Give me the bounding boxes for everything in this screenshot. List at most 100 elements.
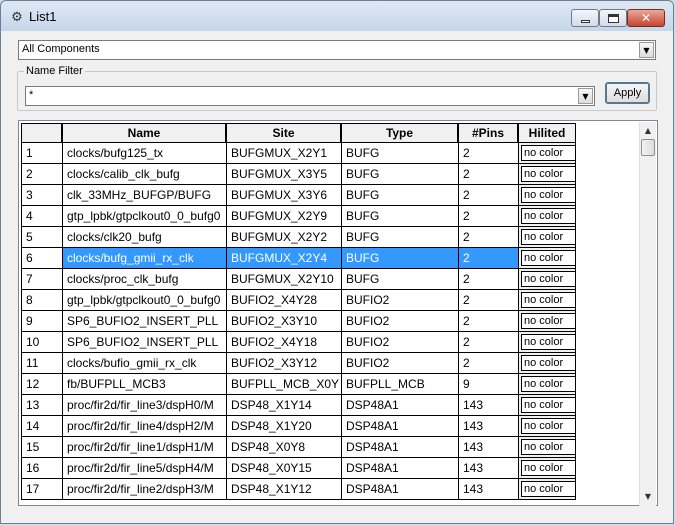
close-button[interactable]: ✕ <box>627 9 665 27</box>
hilite-color-dropdown[interactable]: no color <box>521 481 575 497</box>
row-number-cell[interactable]: 4 <box>21 206 62 227</box>
type-cell[interactable]: BUFIO2 <box>341 290 458 311</box>
scroll-down-icon[interactable]: ▼ <box>642 490 654 504</box>
name-header[interactable]: Name <box>62 123 226 143</box>
row-number-cell[interactable]: 9 <box>21 311 62 332</box>
title-bar[interactable]: ⚙ List1 ✕ <box>1 1 673 31</box>
table-row[interactable]: 11 clocks/bufio_gmii_rx_clk BUFIO2_X3Y12 BU… <box>19 353 579 374</box>
name-cell[interactable]: proc/fir2d/fir_line2/dspH3/M <box>62 479 226 500</box>
hilite-color-dropdown[interactable]: no color <box>521 292 575 308</box>
type-cell[interactable]: BUFG <box>341 185 458 206</box>
type-cell[interactable]: DSP48A1 <box>341 395 458 416</box>
row-number-cell[interactable]: 12 <box>21 374 62 395</box>
type-cell[interactable]: BUFG <box>341 164 458 185</box>
row-number-cell[interactable]: 15 <box>21 437 62 458</box>
site-cell[interactable]: BUFIO2_X4Y28 <box>226 290 341 311</box>
table-row[interactable]: 12 fb/BUFPLL_MCB3 BUFPLL_MCB_X0Y BUFPLL_MCB… <box>19 374 579 395</box>
site-cell[interactable]: BUFGMUX_X2Y10 <box>226 269 341 290</box>
hilite-color-dropdown[interactable]: no color <box>521 166 575 182</box>
gear-icon[interactable]: ⚙ <box>9 9 25 25</box>
name-cell[interactable]: proc/fir2d/fir_line4/dspH2/M <box>62 416 226 437</box>
row-number-cell[interactable]: 16 <box>21 458 62 479</box>
pins-cell[interactable]: 2 <box>458 185 518 206</box>
row-number-cell[interactable]: 5 <box>21 227 62 248</box>
hilite-color-dropdown[interactable]: no color <box>521 250 575 266</box>
minimize-button[interactable] <box>571 9 599 27</box>
row-number-cell[interactable]: 1 <box>21 143 62 164</box>
type-cell[interactable]: BUFG <box>341 206 458 227</box>
hilite-color-dropdown[interactable]: no color <box>521 208 575 224</box>
apply-button[interactable]: Apply <box>605 82 650 104</box>
table-row[interactable]: 2 clocks/calib_clk_bufg BUFGMUX_X3Y5 BUFG 2 n… <box>19 164 579 185</box>
name-cell[interactable]: clk_33MHz_BUFGP/BUFG <box>62 185 226 206</box>
site-cell[interactable]: BUFGMUX_X3Y6 <box>226 185 341 206</box>
pins-cell[interactable]: 143 <box>458 458 518 479</box>
pins-cell[interactable]: 2 <box>458 269 518 290</box>
hilite-color-dropdown[interactable]: no color <box>521 460 575 476</box>
scrollbar-thumb[interactable] <box>641 139 655 156</box>
row-number-cell[interactable]: 11 <box>21 353 62 374</box>
pins-cell[interactable]: 9 <box>458 374 518 395</box>
hilite-color-dropdown[interactable]: no color <box>521 397 575 413</box>
pins-cell[interactable]: 143 <box>458 437 518 458</box>
pins-cell[interactable]: 2 <box>458 143 518 164</box>
site-cell[interactable]: BUFGMUX_X2Y1 <box>226 143 341 164</box>
row-number-cell[interactable]: 3 <box>21 185 62 206</box>
site-cell[interactable]: DSP48_X1Y20 <box>226 416 341 437</box>
scroll-up-icon[interactable]: ▲ <box>642 124 654 138</box>
table-row[interactable]: 1 clocks/bufg125_tx BUFGMUX_X2Y1 BUFG 2 no co… <box>19 143 579 164</box>
name-cell[interactable]: clocks/calib_clk_bufg <box>62 164 226 185</box>
table-row[interactable]: 8 gtp_lpbk/gtpclkout0_0_bufg0 BUFIO2_X4Y28… <box>19 290 579 311</box>
name-cell[interactable]: gtp_lpbk/gtpclkout0_0_bufg0 <box>62 206 226 227</box>
row-number-cell[interactable]: 8 <box>21 290 62 311</box>
site-cell[interactable]: BUFGMUX_X2Y4 <box>226 248 341 269</box>
pins-cell[interactable]: 2 <box>458 248 518 269</box>
hilite-color-dropdown[interactable]: no color <box>521 418 575 434</box>
table-row[interactable]: 14 proc/fir2d/fir_line4/dspH2/M DSP48_X1Y2… <box>19 416 579 437</box>
type-cell[interactable]: BUFG <box>341 143 458 164</box>
name-cell[interactable]: proc/fir2d/fir_line3/dspH0/M <box>62 395 226 416</box>
row-number-cell[interactable]: 10 <box>21 332 62 353</box>
hilite-color-dropdown[interactable]: no color <box>521 355 575 371</box>
pins-cell[interactable]: 2 <box>458 290 518 311</box>
type-cell[interactable]: DSP48A1 <box>341 416 458 437</box>
name-cell[interactable]: fb/BUFPLL_MCB3 <box>62 374 226 395</box>
name-cell[interactable]: clocks/bufg125_tx <box>62 143 226 164</box>
site-cell[interactable]: DSP48_X1Y14 <box>226 395 341 416</box>
pins-cell[interactable]: 2 <box>458 332 518 353</box>
table-row[interactable]: 6 clocks/bufg_gmii_rx_clk BUFGMUX_X2Y4 BUFG… <box>19 248 579 269</box>
site-header[interactable]: Site <box>226 123 341 143</box>
pins-cell[interactable]: 2 <box>458 311 518 332</box>
table-row[interactable]: 16 proc/fir2d/fir_line5/dspH4/M DSP48_X0Y1… <box>19 458 579 479</box>
pins-cell[interactable]: 2 <box>458 353 518 374</box>
name-cell[interactable]: SP6_BUFIO2_INSERT_PLL <box>62 332 226 353</box>
chevron-down-icon[interactable]: ▼ <box>578 88 593 104</box>
site-cell[interactable]: BUFIO2_X4Y18 <box>226 332 341 353</box>
maximize-button[interactable] <box>599 9 627 27</box>
row-number-cell[interactable]: 17 <box>21 479 62 500</box>
site-cell[interactable]: DSP48_X1Y12 <box>226 479 341 500</box>
pins-cell[interactable]: 143 <box>458 395 518 416</box>
name-filter-input[interactable]: * ▼ <box>25 86 595 106</box>
name-cell[interactable]: clocks/proc_clk_bufg <box>62 269 226 290</box>
row-number-cell[interactable]: 6 <box>21 248 62 269</box>
table-row[interactable]: 17 proc/fir2d/fir_line2/dspH3/M DSP48_X1Y1… <box>19 479 579 500</box>
site-cell[interactable]: BUFIO2_X3Y12 <box>226 353 341 374</box>
name-cell[interactable]: proc/fir2d/fir_line1/dspH1/M <box>62 437 226 458</box>
table-row[interactable]: 5 clocks/clk20_bufg BUFGMUX_X2Y2 BUFG 2 no co… <box>19 227 579 248</box>
type-cell[interactable]: BUFPLL_MCB <box>341 374 458 395</box>
row-number-cell[interactable]: 14 <box>21 416 62 437</box>
table-row[interactable]: 3 clk_33MHz_BUFGP/BUFG BUFGMUX_X3Y6 BUFG 2 no… <box>19 185 579 206</box>
hilite-color-dropdown[interactable]: no color <box>521 271 575 287</box>
type-cell[interactable]: DSP48A1 <box>341 479 458 500</box>
type-cell[interactable]: BUFG <box>341 248 458 269</box>
table-row[interactable]: 9 SP6_BUFIO2_INSERT_PLL BUFIO2_X3Y10 BUFIO2… <box>19 311 579 332</box>
hilite-color-dropdown[interactable]: no color <box>521 187 575 203</box>
name-cell[interactable]: clocks/bufio_gmii_rx_clk <box>62 353 226 374</box>
type-cell[interactable]: BUFIO2 <box>341 332 458 353</box>
type-header[interactable]: Type <box>341 123 458 143</box>
site-cell[interactable]: BUFPLL_MCB_X0Y <box>226 374 341 395</box>
type-cell[interactable]: BUFG <box>341 227 458 248</box>
row-number-cell[interactable]: 7 <box>21 269 62 290</box>
table-row[interactable]: 4 gtp_lpbk/gtpclkout0_0_bufg0 BUFGMUX_X2Y9… <box>19 206 579 227</box>
